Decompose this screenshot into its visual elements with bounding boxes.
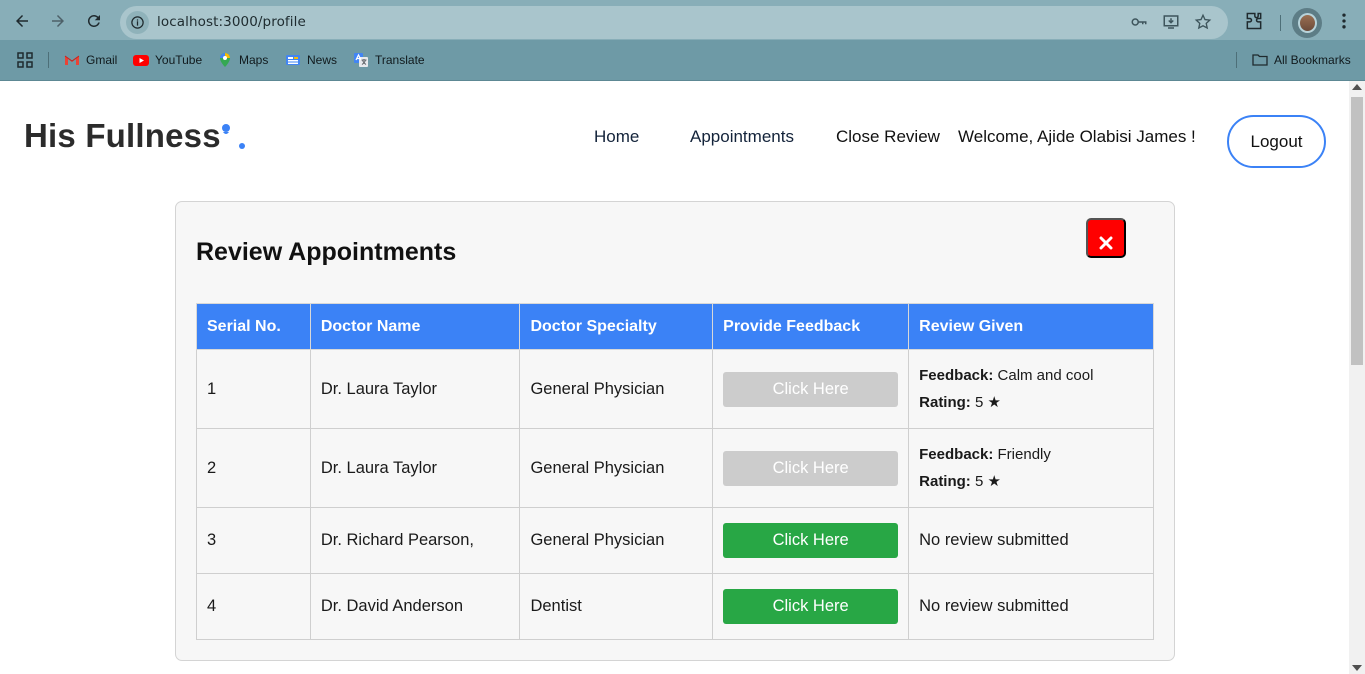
bookmarks-divider: [48, 52, 49, 68]
feedback-label: Feedback:: [919, 367, 994, 384]
review-feedback: Feedback: Calm and cool: [919, 362, 1143, 389]
rating-value: 5 ★: [974, 394, 1001, 411]
bookmarks-bar: [0, 40, 1365, 81]
specialty-cell: Dentist: [519, 573, 714, 640]
column-header: Doctor Specialty: [519, 303, 714, 350]
reload-icon: [87, 14, 100, 27]
feedback-text: Friendly: [997, 446, 1051, 463]
feedback-action-cell: Click Here: [712, 428, 910, 508]
all-bookmarks[interactable]: All Bookmarks: [1252, 52, 1351, 68]
specialty-cell: General Physician: [519, 428, 714, 508]
provide-feedback-button[interactable]: Click Here: [723, 450, 899, 486]
close-button[interactable]: [1086, 218, 1126, 258]
reviews-table: Serial No. Doctor Name Doctor Specialty …: [196, 303, 1154, 640]
logout-button[interactable]: Logout: [1227, 115, 1326, 168]
review-cell: No review submitted: [908, 573, 1154, 640]
table-row: 4 Dr. David Anderson Dentist Click Here …: [196, 573, 1154, 640]
serial-cell: 2: [196, 428, 311, 508]
rating-label: Rating:: [919, 473, 971, 490]
table-row: 3 Dr. Richard Pearson, General Physician…: [196, 507, 1154, 574]
folder-icon: [1252, 52, 1268, 68]
brand-dots-icon: [222, 124, 245, 149]
review-cell: No review submitted: [908, 507, 1154, 574]
feedback-label: Feedback:: [919, 446, 994, 463]
nav-home[interactable]: Home: [594, 127, 639, 147]
browser-toolbar: localhost:3000/profile: [0, 0, 1365, 40]
review-cell: Feedback: Friendly Rating: 5 ★: [908, 428, 1154, 508]
specialty-cell: General Physician: [519, 507, 714, 574]
rating-value: 5 ★: [974, 473, 1001, 490]
scroll-down-arrow-icon[interactable]: [1352, 665, 1362, 671]
doctor-name-cell: Dr. Laura Taylor: [309, 349, 521, 429]
scrollbar-thumb[interactable]: [1351, 97, 1363, 365]
table-row: 2 Dr. Laura Taylor General Physician Cli…: [196, 428, 1154, 508]
table-row: 1 Dr. Laura Taylor General Physician Cli…: [196, 349, 1154, 429]
url-text[interactable]: localhost:3000/profile: [157, 14, 306, 30]
profile-avatar[interactable]: [1292, 8, 1322, 38]
provide-feedback-button[interactable]: Click Here: [723, 371, 899, 407]
close-icon: [1099, 236, 1113, 250]
gmail-icon: [64, 52, 80, 68]
review-rating: Rating: 5 ★: [919, 468, 1143, 495]
column-header: Serial No.: [196, 303, 311, 350]
table-header-row: Serial No. Doctor Name Doctor Specialty …: [196, 303, 1154, 350]
review-appointments-panel: Review Appointments Serial No. Doctor Na…: [175, 201, 1175, 661]
doctor-name-cell: Dr. Richard Pearson,: [309, 507, 521, 574]
serial-cell: 4: [196, 573, 311, 640]
feedback-action-cell: Click Here: [712, 573, 910, 640]
welcome-message: Welcome, Ajide Olabisi James !: [958, 127, 1196, 146]
more-menu-icon[interactable]: [1334, 11, 1354, 31]
bookmark-youtube[interactable]: YouTube: [133, 52, 202, 68]
youtube-icon: [133, 52, 149, 68]
maps-icon: [217, 52, 233, 68]
serial-cell: 3: [196, 507, 311, 574]
toolbar-divider: [1280, 15, 1281, 31]
review-cell: Feedback: Calm and cool Rating: 5 ★: [908, 349, 1154, 429]
column-header: Provide Feedback: [712, 303, 910, 350]
column-header: Review Given: [908, 303, 1154, 350]
serial-cell: 1: [196, 349, 311, 429]
forward-button[interactable]: [47, 10, 69, 32]
page-content: His Fullness Home Appointments Close Rev…: [0, 81, 1349, 674]
doctor-name-cell: Dr. David Anderson: [309, 573, 521, 640]
bookmark-maps[interactable]: Maps: [217, 52, 268, 68]
feedback-text: Calm and cool: [997, 367, 1094, 384]
bookmark-gmail[interactable]: Gmail: [64, 52, 117, 68]
provide-feedback-button[interactable]: Click Here: [723, 589, 899, 624]
bookmarks-divider: [1236, 52, 1237, 68]
review-feedback: Feedback: Friendly: [919, 441, 1143, 468]
translate-icon: [353, 52, 369, 68]
feedback-action-cell: Click Here: [712, 507, 910, 574]
feedback-action-cell: Click Here: [712, 349, 910, 429]
review-rating: Rating: 5 ★: [919, 389, 1143, 416]
bookmark-star-icon[interactable]: [1194, 13, 1214, 33]
brand-logo-text[interactable]: His Fullness: [24, 117, 221, 155]
site-info-icon[interactable]: [126, 11, 149, 34]
arrow-left-icon: [16, 15, 28, 27]
bookmark-news[interactable]: News: [285, 52, 337, 68]
panel-title: Review Appointments: [196, 238, 457, 266]
apps-grid-icon[interactable]: [17, 52, 33, 68]
reload-button[interactable]: [83, 10, 105, 32]
doctor-name-cell: Dr. Laura Taylor: [309, 428, 521, 508]
rating-label: Rating:: [919, 394, 971, 411]
password-key-icon[interactable]: [1130, 13, 1150, 33]
provide-feedback-button[interactable]: Click Here: [723, 523, 899, 558]
extensions-icon[interactable]: [1244, 11, 1264, 31]
specialty-cell: General Physician: [519, 349, 714, 429]
address-bar[interactable]: localhost:3000/profile: [120, 6, 1228, 39]
scroll-up-arrow-icon[interactable]: [1352, 84, 1362, 90]
back-button[interactable]: [11, 10, 33, 32]
install-app-icon[interactable]: [1162, 13, 1182, 33]
bookmark-translate[interactable]: Translate: [353, 52, 425, 68]
column-header: Doctor Name: [309, 303, 521, 350]
news-icon: [285, 52, 301, 68]
arrow-right-icon: [52, 15, 64, 27]
nav-close-review[interactable]: Close Review: [836, 127, 940, 147]
nav-appointments[interactable]: Appointments: [690, 127, 794, 147]
